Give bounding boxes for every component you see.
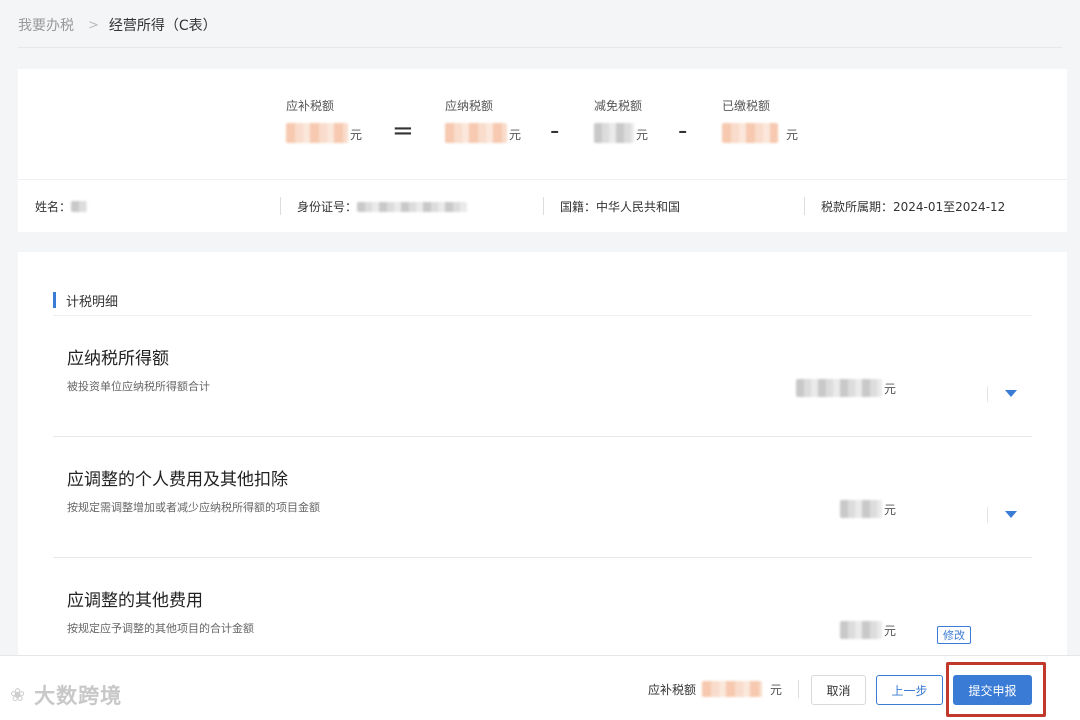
minus-sign-1: - [550,116,560,146]
section-title: 计税明细 [53,292,118,310]
previous-step-button[interactable]: 上一步 [876,675,943,705]
row-title: 应调整的其他费用 [67,591,203,611]
relief-tax-label: 减免税额 [594,99,643,113]
nationality-field: 国籍： 中华人民共和国 [543,180,681,233]
nationality-label: 国籍： [560,200,597,214]
detail-row-personal-adjustments: 应调整的个人费用及其他扣除 按规定需调整增加或者减少应纳税所得额的项目金额 元 [53,437,1032,558]
cancel-button[interactable]: 取消 [811,675,866,705]
footer-total-value-redacted [702,681,763,697]
equals-sign: = [392,116,414,146]
footer-total-unit: 元 [770,682,783,697]
tax-summary-card: 应补税额 元 = 应纳税额 元 - 减免税额 元 - 已缴税额 元 姓名： 身份… [18,69,1067,232]
row-value-redacted [839,500,882,518]
row-title: 应调整的个人费用及其他扣除 [67,470,288,490]
name-value-redacted [71,201,88,212]
tax-detail-card: 计税明细 应纳税所得额 被投资单位应纳税所得额合计 元 应调整的个人费用及其他扣… [18,252,1067,662]
tax-formula: 应补税额 元 = 应纳税额 元 - 减免税额 元 - 已缴税额 元 [18,69,1067,179]
due-tax-unit: 元 [509,128,522,142]
header-divider [18,47,1062,48]
expand-arrow-icon[interactable] [1005,390,1017,397]
row-unit: 元 [883,624,896,638]
period-label: 税款所属期： [821,200,894,214]
id-label: 身份证号： [297,200,358,214]
row-value: 元 [839,500,896,518]
watermark-text: 大数跨境 [34,684,123,708]
relief-tax-value-redacted [594,123,634,143]
expand-arrow-icon[interactable] [1005,511,1017,518]
name-field: 姓名： [35,180,88,233]
id-field: 身份证号： [280,180,468,233]
watermark-logo-icon: ❀ [10,684,27,706]
row-desc: 按规定需调整增加或者减少应纳税所得额的项目金额 [67,501,320,514]
detail-row-taxable-income: 应纳税所得额 被投资单位应纳税所得额合计 元 [53,316,1032,437]
paid-tax-unit: 元 [786,128,799,142]
relief-tax-item: 减免税额 元 [594,97,648,143]
row-unit: 元 [883,503,896,517]
payable-tax-unit: 元 [350,128,363,142]
footer-total: 应补税额 元 [648,680,800,698]
due-tax-item: 应纳税额 元 [445,97,521,143]
breadcrumb: 我要办税 > 经营所得（C表） [18,15,217,35]
name-label: 姓名： [35,200,72,214]
paid-tax-value-redacted [722,123,778,143]
payable-tax-value-redacted [286,123,348,143]
watermark: ❀ 大数跨境 [10,680,122,710]
due-tax-label: 应纳税额 [445,99,494,113]
row-value: 元 [839,621,896,639]
period-value: 2024-01至2024-12 [893,200,1006,214]
minus-sign-2: - [678,116,688,146]
breadcrumb-separator-icon: > [88,17,99,33]
paid-tax-item: 已缴税额 元 [722,97,798,143]
period-field: 税款所属期： 2024-01至2024-12 [804,180,1006,233]
payable-tax-item: 应补税额 元 [286,97,362,143]
taxpayer-info-row: 姓名： 身份证号： 国籍： 中华人民共和国 税款所属期： 2024-01至202… [18,179,1067,232]
payable-tax-label: 应补税额 [286,99,335,113]
breadcrumb-parent-link[interactable]: 我要办税 [18,15,74,35]
nationality-value: 中华人民共和国 [596,200,681,214]
breadcrumb-current: 经营所得（C表） [108,18,217,34]
row-value-redacted [839,621,882,639]
row-desc: 按规定应予调整的其他项目的合计金额 [67,622,254,635]
row-desc: 被投资单位应纳税所得额合计 [67,380,210,393]
id-value-redacted [357,201,468,212]
row-value-redacted [795,379,882,397]
paid-tax-label: 已缴税额 [722,99,771,113]
footer-total-label: 应补税额 [648,682,697,697]
relief-tax-unit: 元 [636,128,649,142]
row-title: 应纳税所得额 [67,349,169,369]
due-tax-value-redacted [445,123,507,143]
footer-action-bar: ❀ 大数跨境 应补税额 元 取消 上一步 提交申报 [0,655,1080,720]
submit-declaration-button[interactable]: 提交申报 [953,675,1032,705]
row-unit: 元 [883,382,896,396]
row-value: 元 [795,379,896,397]
edit-button[interactable]: 修改 [937,626,971,644]
